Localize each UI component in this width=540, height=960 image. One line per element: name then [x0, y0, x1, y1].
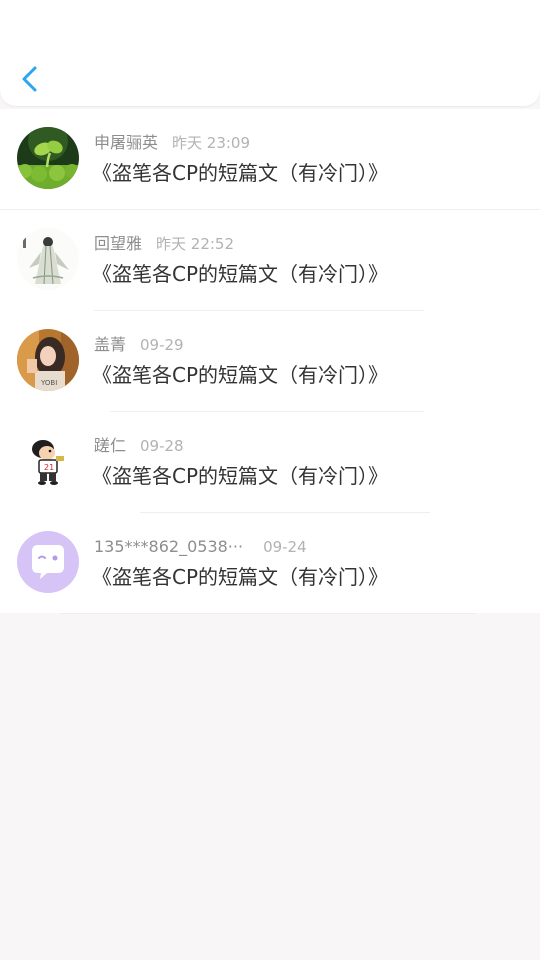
item-meta: 申屠骊英 昨天 23:09 — [94, 132, 250, 154]
avatar[interactable] — [17, 127, 79, 189]
chat-bubble-avatar — [17, 531, 79, 593]
svg-text:21: 21 — [44, 463, 54, 472]
top-bar — [0, 0, 540, 106]
item-meta: 回望雅 昨天 22:52 — [94, 233, 234, 255]
list-item[interactable]: YOBI 盖菁 09-29 《盗笔各CP的短篇文（有冷门）》 — [0, 311, 540, 412]
message-text: 《盗笔各CP的短篇文（有冷门）》 — [92, 565, 389, 589]
ink-robed-figure-avatar — [17, 228, 79, 290]
username: 申屠骊英 — [94, 133, 159, 152]
svg-text:YOBI: YOBI — [40, 379, 57, 387]
seedling-sprout-avatar — [17, 127, 79, 189]
avatar[interactable]: 21 — [17, 430, 79, 492]
list-item[interactable]: 申屠骊英 昨天 23:09 《盗笔各CP的短篇文（有冷门）》 — [0, 109, 540, 210]
message-text: 《盗笔各CP的短篇文（有冷门）》 — [92, 363, 389, 387]
list-item[interactable]: 135***862_0538··· 09-24 《盗笔各CP的短篇文（有冷门）》 — [0, 513, 540, 614]
girl-photo-avatar: YOBI — [17, 329, 79, 391]
avatar[interactable] — [17, 531, 79, 593]
item-meta: 盖菁 09-29 — [94, 334, 184, 356]
username: 蹉仁 — [94, 436, 127, 455]
back-button[interactable] — [14, 60, 48, 100]
divider — [60, 613, 476, 614]
message-list: 申屠骊英 昨天 23:09 《盗笔各CP的短篇文（有冷门）》 回望雅 昨天 22:5… — [0, 109, 540, 614]
list-item[interactable]: 回望雅 昨天 22:52 《盗笔各CP的短篇文（有冷门）》 — [0, 210, 540, 311]
chevron-left-icon — [22, 66, 37, 92]
username: 135***862_0538··· — [94, 537, 244, 556]
list-item[interactable]: 21 蹉仁 09-28 《盗笔各CP的短篇文（有冷门）》 — [0, 412, 540, 513]
item-meta: 蹉仁 09-28 — [94, 435, 184, 457]
username: 盖菁 — [94, 335, 127, 354]
timestamp: 昨天 22:52 — [156, 235, 235, 253]
message-text: 《盗笔各CP的短篇文（有冷门）》 — [92, 262, 389, 286]
timestamp: 09-28 — [140, 437, 184, 455]
message-text: 《盗笔各CP的短篇文（有冷门）》 — [92, 464, 389, 488]
avatar[interactable]: YOBI — [17, 329, 79, 391]
item-meta: 135***862_0538··· 09-24 — [94, 536, 307, 558]
timestamp: 09-24 — [263, 538, 307, 556]
username: 回望雅 — [94, 234, 143, 253]
timestamp: 09-29 — [140, 336, 184, 354]
message-text: 《盗笔各CP的短篇文（有冷门）》 — [92, 161, 389, 185]
cartoon-boy-avatar: 21 — [17, 430, 79, 492]
timestamp: 昨天 23:09 — [172, 134, 251, 152]
avatar[interactable] — [17, 228, 79, 290]
